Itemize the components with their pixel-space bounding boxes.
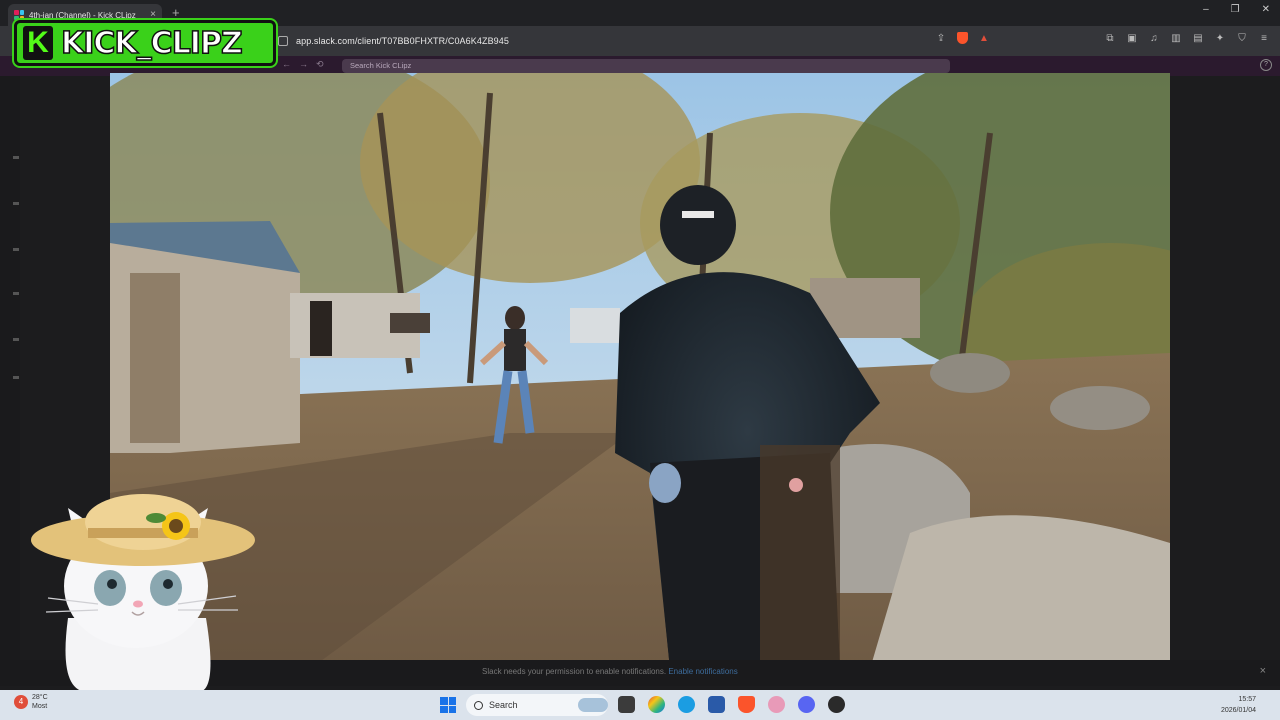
discord-icon[interactable] (798, 696, 815, 713)
menu-icon[interactable]: ≡ (1258, 32, 1270, 44)
cat-illustration (31, 494, 255, 692)
rail-item[interactable] (13, 338, 19, 341)
windows-taskbar: 4 28°C Most Search 15:57 2026/01/04 (0, 690, 1280, 720)
history-nav-icons[interactable]: ←→⟲ (282, 59, 332, 70)
kick-clipz-logo: K KICK_CLIPZ (14, 20, 276, 66)
weather-temp: 28°C (32, 694, 48, 701)
extensions-icon[interactable]: ⧉ (1104, 32, 1116, 44)
rail-item[interactable] (13, 202, 19, 205)
edge-icon[interactable] (678, 696, 695, 713)
share-icon[interactable]: ⇪ (935, 32, 947, 44)
brave-icon[interactable] (738, 696, 755, 713)
app-icon[interactable] (768, 696, 785, 713)
new-tab-button[interactable]: + (172, 6, 180, 19)
sidebar-icon[interactable]: ▥ (1170, 32, 1182, 44)
brave-rewards-icon[interactable]: ▲ (978, 32, 990, 44)
address-bar[interactable]: app.slack.com/client/T07BB0FHXTR/C0A6K4Z… (270, 30, 970, 52)
enable-notifications-link[interactable]: Enable notifications (668, 667, 737, 676)
brave-shields-icon[interactable] (957, 32, 968, 44)
notification-text: Slack needs your permission to enable no… (482, 667, 738, 676)
kick-logo-text: KICK_CLIPZ (60, 25, 243, 62)
windows-start-icon[interactable] (440, 697, 456, 713)
rail-item[interactable] (13, 292, 19, 295)
search-label: Search (489, 700, 518, 710)
minimize-button[interactable]: – (1203, 4, 1209, 15)
address-bar-actions: ⇪ ▲ (935, 32, 990, 44)
weather-alert-icon: 4 (14, 695, 28, 709)
close-window-button[interactable]: ✕ (1262, 4, 1270, 15)
media-icon[interactable]: ♫ (1148, 32, 1160, 44)
window-controls: – ❐ ✕ (1203, 4, 1270, 15)
site-settings-icon[interactable] (278, 36, 288, 46)
video-player[interactable] (110, 73, 1170, 669)
search-icon (474, 700, 483, 710)
rail-item[interactable] (13, 248, 19, 251)
clock-time: 15:57 (1238, 696, 1256, 703)
close-icon[interactable]: × (1260, 665, 1266, 677)
store-icon[interactable] (708, 696, 725, 713)
search-highlight-icon (578, 698, 608, 712)
copilot-icon[interactable] (648, 696, 665, 713)
wallet-icon[interactable]: ▤ (1192, 32, 1204, 44)
weather-text: 28°C Most (32, 693, 48, 711)
taskbar-clock[interactable]: 15:57 2026/01/04 (1221, 694, 1256, 716)
taskbar-search[interactable]: Search (466, 694, 608, 716)
file-explorer-icon[interactable] (618, 696, 635, 713)
weather-widget[interactable]: 4 28°C Most (14, 693, 48, 711)
rail-item[interactable] (13, 156, 19, 159)
slack-favicon-icon (14, 10, 24, 20)
restore-button[interactable]: ❐ (1231, 4, 1240, 15)
vpn-icon[interactable]: ⛉ (1236, 32, 1248, 44)
weather-desc: Most (32, 703, 48, 710)
clock-date: 2026/01/04 (1220, 707, 1256, 714)
notification-message: Slack needs your permission to enable no… (482, 667, 667, 676)
slack-search-input[interactable]: Search Kick CLipz (342, 59, 950, 73)
tab-title: 4th-jan (Channel) - Kick CLipz (29, 10, 136, 20)
rail-item[interactable] (13, 376, 19, 379)
kick-logo-mark: K (23, 26, 53, 60)
taskbar-pinned-apps (618, 696, 845, 713)
url-text[interactable]: app.slack.com/client/T07BB0FHXTR/C0A6K4Z… (296, 36, 509, 46)
leo-ai-icon[interactable]: ✦ (1214, 32, 1226, 44)
extensions-bar: ⧉ ▣ ♫ ▥ ▤ ✦ ⛉ ≡ (1104, 32, 1270, 44)
slack-workspace-rail (0, 76, 20, 686)
tab-close-icon[interactable]: × (150, 10, 156, 20)
help-icon[interactable]: ? (1260, 59, 1272, 71)
obs-icon[interactable] (828, 696, 845, 713)
cat-avatar (28, 478, 260, 692)
video-frame (110, 73, 1170, 669)
screenshot-icon[interactable]: ▣ (1126, 32, 1138, 44)
